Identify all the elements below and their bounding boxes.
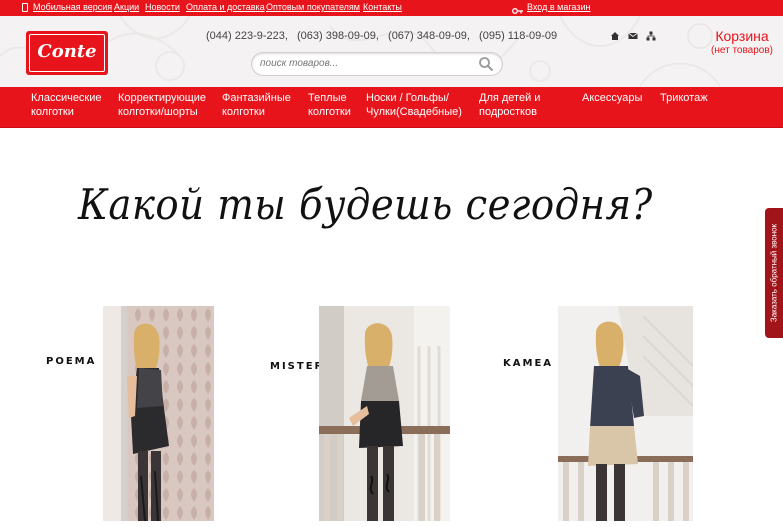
search-icon[interactable] — [478, 56, 494, 72]
nav-label: Аксессуары — [582, 92, 643, 104]
nav-label: Корректирующие — [118, 92, 207, 104]
payment-delivery-link[interactable]: Оплата и доставка — [186, 2, 265, 12]
conte-logo[interactable]: Conte — [26, 31, 108, 75]
header: Conte (044) 223-9-223, (063) 398-09-09, … — [0, 16, 783, 87]
mobile-version-link[interactable]: Мобильная версия — [33, 2, 112, 12]
page-headline: Какой ты будешь сегодня? — [78, 180, 653, 229]
cart-status: (нет товаров) — [711, 45, 773, 56]
nav-label: колготки — [222, 106, 265, 118]
phone-numbers: (044) 223-9-223, (063) 398-09-09, (067) … — [206, 30, 563, 42]
product-label-kamea: KAMEA — [503, 358, 554, 369]
mobile-icon — [22, 3, 28, 12]
nav-label: Трикотаж — [660, 92, 708, 104]
search-input[interactable] — [260, 56, 470, 71]
home-icon[interactable] — [610, 28, 620, 40]
callback-label: Заказать обратный звонок — [769, 223, 779, 323]
nav-label: Теплые — [308, 92, 347, 104]
mail-icon[interactable] — [628, 28, 638, 39]
nav-label: Для детей и — [479, 92, 541, 104]
nav-label: подростков — [479, 106, 537, 118]
nav-fantasy-tights[interactable]: Фантазийные колготки — [222, 91, 291, 119]
nav-label: Чулки(Свадебные) — [366, 106, 462, 118]
nav-label: Фантазийные — [222, 92, 291, 104]
product-image-kamea[interactable] — [558, 306, 694, 521]
nav-label: колготки/шорты — [118, 106, 198, 118]
nav-label: Классические — [31, 92, 102, 104]
top-bar: Мобильная версия Акции Новости Оплата и … — [0, 0, 783, 16]
phone-4: (095) 118-09-09 — [479, 30, 558, 42]
key-icon — [512, 3, 524, 14]
phone-3: (067) 348-09-09, — [388, 30, 470, 42]
news-link[interactable]: Новости — [145, 2, 180, 12]
cart[interactable]: Корзина (нет товаров) — [708, 28, 776, 56]
phone-2: (063) 398-09-09, — [297, 30, 379, 42]
nav-accessories[interactable]: Аксессуары — [582, 91, 642, 105]
header-icons — [608, 28, 658, 41]
product-label-poema: POEMA — [46, 356, 97, 367]
phone-1: (044) 223-9-223, — [206, 30, 288, 42]
nav-label: Носки / Гольфы/ — [366, 92, 449, 104]
cart-title: Корзина — [715, 28, 769, 44]
nav-warm-tights[interactable]: Теплые колготки — [308, 91, 351, 119]
callback-tab[interactable]: Заказать обратный звонок — [765, 208, 783, 338]
main-nav: Классические колготки Корректирующие кол… — [0, 87, 783, 128]
nav-label: колготки — [308, 106, 351, 118]
nav-label: колготки — [31, 106, 74, 118]
logo-text: Conte — [37, 41, 97, 62]
promo-link[interactable]: Акции — [114, 2, 139, 12]
product-image-mistery[interactable] — [319, 306, 450, 521]
login-link[interactable]: Вход в магазин — [527, 2, 590, 12]
nav-knitwear[interactable]: Трикотаж — [660, 91, 708, 105]
nav-kids[interactable]: Для детей и подростков — [479, 91, 540, 119]
nav-socks-stockings[interactable]: Носки / Гольфы/ Чулки(Свадебные) — [366, 91, 462, 119]
contacts-link[interactable]: Контакты — [363, 2, 402, 12]
nav-classic-tights[interactable]: Классические колготки — [31, 91, 102, 119]
wholesale-link[interactable]: Оптовым покупателям — [266, 2, 360, 12]
product-image-poema[interactable] — [103, 306, 214, 522]
search-box — [251, 52, 503, 76]
nav-corrective-tights[interactable]: Корректирующие колготки/шорты — [118, 91, 206, 119]
sitemap-icon[interactable] — [646, 28, 656, 41]
